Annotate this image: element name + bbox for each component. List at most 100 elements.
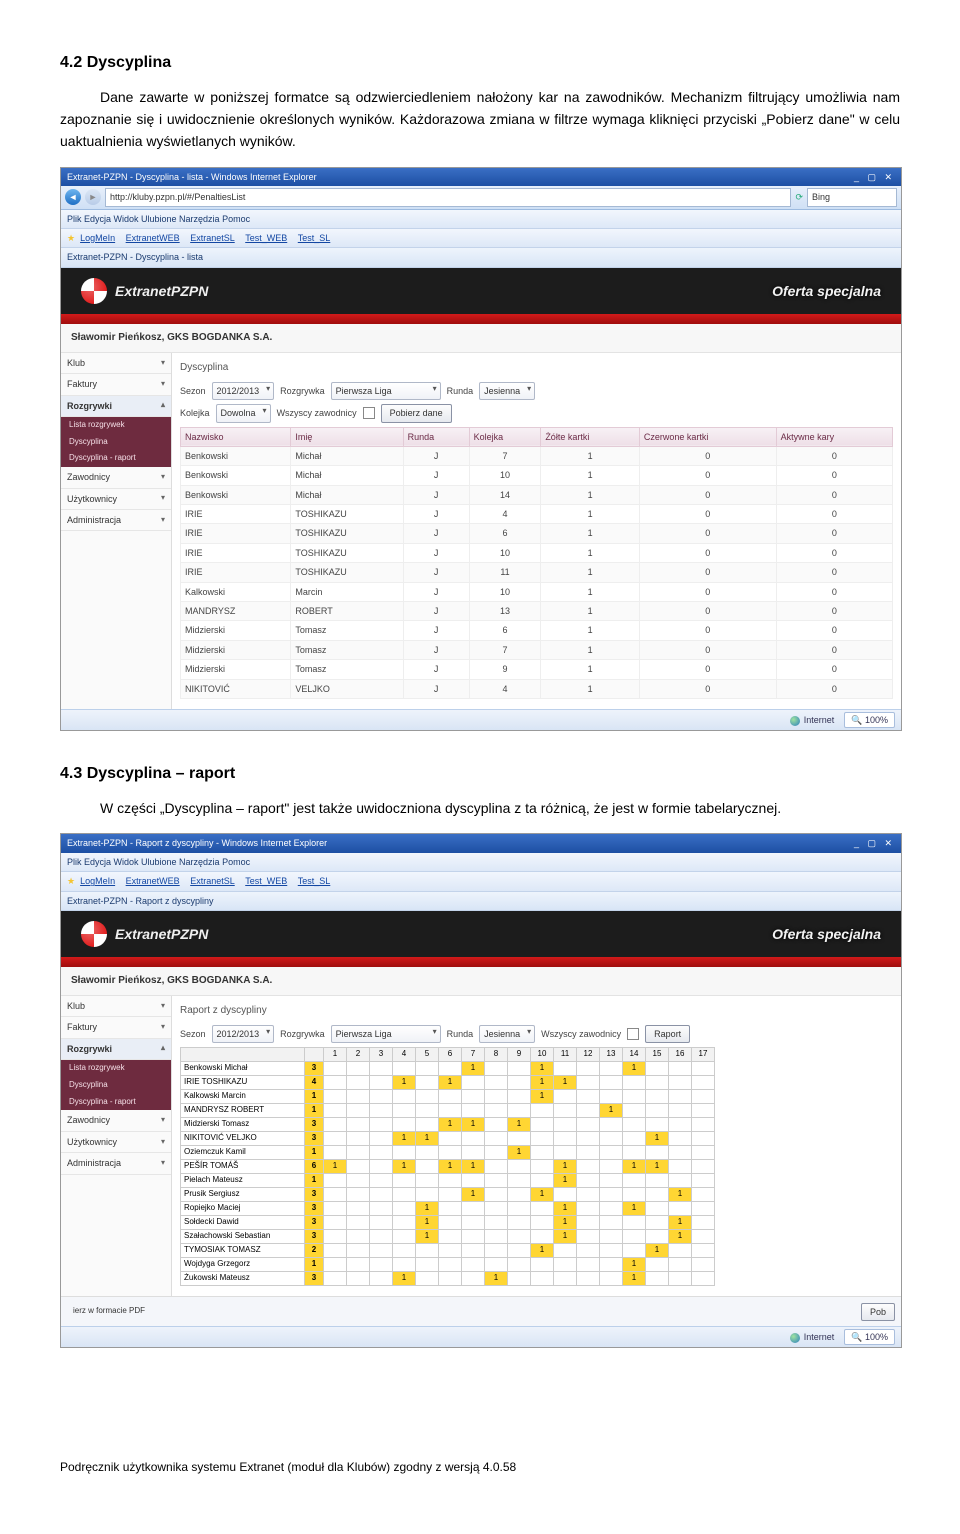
select-runda[interactable]: Jesienna xyxy=(479,1025,535,1043)
round-cell xyxy=(531,1216,554,1230)
zoom-level[interactable]: 🔍 100% xyxy=(844,1329,895,1345)
panel-title: Dyscyplina xyxy=(180,357,893,382)
table-header[interactable]: Runda xyxy=(403,427,469,446)
table-row[interactable]: NIKITOVIĆVELJKOJ4100 xyxy=(181,679,893,698)
pob-button[interactable]: Pob xyxy=(861,1303,895,1321)
nav-back-icon[interactable]: ◄ xyxy=(65,189,81,205)
browser-tab[interactable]: Extranet-PZPN - Dyscyplina - lista xyxy=(67,252,203,262)
menubar[interactable]: Plik Edycja Widok Ulubione Narzędzia Pom… xyxy=(61,853,901,872)
select-rozgrywka[interactable]: Pierwsza Liga xyxy=(331,382,441,400)
round-cell xyxy=(669,1104,692,1118)
sidebar-sub-lista[interactable]: Lista rozgrywek xyxy=(61,1060,171,1077)
table-cell: IRIE xyxy=(181,505,291,524)
fav-links[interactable]: LogMeIn ExtranetWEB ExtranetSL Test_WEB … xyxy=(80,233,338,243)
table-row[interactable]: IRIETOSHIKAZUJ11100 xyxy=(181,563,893,582)
sidebar-item-faktury[interactable]: Faktury▾ xyxy=(61,1017,171,1038)
search-box[interactable]: Bing xyxy=(807,188,897,206)
round-cell xyxy=(577,1062,600,1076)
menubar[interactable]: Plik Edycja Widok Ulubione Narzędzia Pom… xyxy=(61,210,901,229)
round-cell: 1 xyxy=(646,1160,669,1174)
sidebar-item-klub[interactable]: Klub▾ xyxy=(61,353,171,374)
table-row: Kalkowski Marcin11 xyxy=(181,1090,715,1104)
sidebar-sub-raport[interactable]: Dyscyplina - raport xyxy=(61,1094,171,1111)
select-rozgrywka[interactable]: Pierwsza Liga xyxy=(331,1025,441,1043)
heading-4-2: 4.2 Dyscyplina xyxy=(60,50,900,76)
table-header[interactable]: Imię xyxy=(291,427,403,446)
refresh-icon[interactable]: ⟳ xyxy=(795,190,803,204)
select-runda[interactable]: Jesienna xyxy=(479,382,535,400)
nav-fwd-icon[interactable]: ► xyxy=(85,189,101,205)
favbar[interactable]: ★ LogMeIn ExtranetWEB ExtranetSL Test_WE… xyxy=(61,872,901,891)
sidebar-sub-raport[interactable]: Dyscyplina - raport xyxy=(61,450,171,467)
star-icon[interactable]: ★ xyxy=(67,233,75,243)
total-cell: 1 xyxy=(305,1174,324,1188)
table-cell: IRIE xyxy=(181,524,291,543)
table-header[interactable]: Nazwisko xyxy=(181,427,291,446)
table-row: PEŠÍR TOMÁŠ61111111 xyxy=(181,1160,715,1174)
round-cell xyxy=(646,1230,669,1244)
sidebar-item-rozgrywki[interactable]: Rozgrywki▴ xyxy=(61,396,171,417)
window-controls[interactable]: _ ▢ ✕ xyxy=(854,170,895,184)
pdf-export-link[interactable]: ierz w formacie PDF xyxy=(67,1301,151,1322)
round-cell xyxy=(623,1174,646,1188)
table-cell: 1 xyxy=(541,524,640,543)
select-sezon[interactable]: 2012/2013 xyxy=(212,382,275,400)
round-cell: 1 xyxy=(324,1160,347,1174)
checkbox-wszyscy[interactable] xyxy=(627,1028,639,1040)
player-name-cell: Prusik Sergiusz xyxy=(181,1188,305,1202)
sidebar-sub-dyscyplina[interactable]: Dyscyplina xyxy=(61,434,171,451)
table-row[interactable]: MidzierskiTomaszJ6100 xyxy=(181,621,893,640)
round-cell xyxy=(324,1062,347,1076)
round-cell xyxy=(370,1188,393,1202)
favbar[interactable]: ★ LogMeIn ExtranetWEB ExtranetSL Test_WE… xyxy=(61,229,901,248)
para-4-3: W części „Dyscyplina – raport" jest takż… xyxy=(60,797,900,819)
sidebar-item-uzytkownicy[interactable]: Użytkownicy▾ xyxy=(61,1132,171,1153)
table-row[interactable]: MidzierskiTomaszJ9100 xyxy=(181,660,893,679)
address-bar[interactable]: http://kluby.pzpn.pl/#/PenaltiesList xyxy=(105,188,791,206)
zoom-level[interactable]: 🔍 100% xyxy=(844,712,895,728)
sidebar-item-faktury[interactable]: Faktury▾ xyxy=(61,374,171,395)
table-row[interactable]: IRIETOSHIKAZUJ10100 xyxy=(181,543,893,562)
checkbox-wszyscy[interactable] xyxy=(363,407,375,419)
round-cell: 1 xyxy=(508,1146,531,1160)
table-row[interactable]: KalkowskiMarcinJ10100 xyxy=(181,582,893,601)
round-cell xyxy=(347,1230,370,1244)
table-row[interactable]: MANDRYSZROBERTJ13100 xyxy=(181,602,893,621)
table-header[interactable]: Żółte kartki xyxy=(541,427,640,446)
sidebar-item-uzytkownicy[interactable]: Użytkownicy▾ xyxy=(61,489,171,510)
round-cell xyxy=(600,1062,623,1076)
round-cell: 1 xyxy=(623,1258,646,1272)
select-sezon[interactable]: 2012/2013 xyxy=(212,1025,275,1043)
table-header[interactable]: Kolejka xyxy=(469,427,541,446)
total-cell: 1 xyxy=(305,1090,324,1104)
sidebar-item-klub[interactable]: Klub▾ xyxy=(61,996,171,1017)
round-cell xyxy=(393,1258,416,1272)
table-cell: 4 xyxy=(469,679,541,698)
table-row[interactable]: MidzierskiTomaszJ7100 xyxy=(181,640,893,659)
table-cell: TOSHIKAZU xyxy=(291,563,403,582)
table-row[interactable]: BenkowskiMichałJ10100 xyxy=(181,466,893,485)
table-cell: 0 xyxy=(776,621,892,640)
round-cell xyxy=(531,1230,554,1244)
table-row[interactable]: IRIETOSHIKAZUJ4100 xyxy=(181,505,893,524)
select-kolejka[interactable]: Dowolna xyxy=(216,404,271,422)
raport-button[interactable]: Raport xyxy=(645,1025,690,1043)
table-header[interactable]: Czerwone kartki xyxy=(639,427,776,446)
sidebar-item-administracja[interactable]: Administracja▾ xyxy=(61,1153,171,1174)
sidebar-sub-dyscyplina[interactable]: Dyscyplina xyxy=(61,1077,171,1094)
table-row[interactable]: BenkowskiMichałJ7100 xyxy=(181,446,893,465)
sidebar-sub-lista[interactable]: Lista rozgrywek xyxy=(61,417,171,434)
round-cell xyxy=(462,1258,485,1272)
browser-tab[interactable]: Extranet-PZPN - Raport z dyscypliny xyxy=(67,896,214,906)
table-row[interactable]: BenkowskiMichałJ14100 xyxy=(181,485,893,504)
para-4-2: Dane zawarte w poniższej formatce są odz… xyxy=(60,86,900,153)
sidebar-item-zawodnicy[interactable]: Zawodnicy▾ xyxy=(61,1110,171,1131)
sidebar-item-administracja[interactable]: Administracja▾ xyxy=(61,510,171,531)
pobierz-dane-button[interactable]: Pobierz dane xyxy=(381,404,452,422)
sidebar-item-zawodnicy[interactable]: Zawodnicy▾ xyxy=(61,467,171,488)
table-header[interactable]: Aktywne kary xyxy=(776,427,892,446)
sidebar-item-rozgrywki[interactable]: Rozgrywki▴ xyxy=(61,1039,171,1060)
table-row[interactable]: IRIETOSHIKAZUJ6100 xyxy=(181,524,893,543)
window-controls[interactable]: _ ▢ ✕ xyxy=(854,836,895,850)
star-icon[interactable]: ★ xyxy=(67,876,75,886)
